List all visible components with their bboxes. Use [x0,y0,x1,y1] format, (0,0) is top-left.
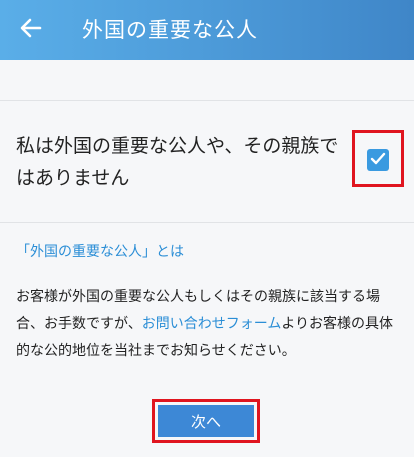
contact-form-link[interactable]: お問い合わせフォーム [142,316,282,332]
notice-text: お客様が外国の重要な公人もしくはその親族に該当する場合、お手数ですが、お問い合わ… [16,284,402,365]
arrow-left-icon [20,18,42,42]
divider [0,100,414,101]
confirmation-label: 私は外国の重要な公人や、その親族ではありません [16,135,339,189]
back-button[interactable] [14,13,48,47]
divider [0,222,414,223]
app-bar: 外国の重要な公人 [0,0,414,60]
checkmark-icon [370,151,386,170]
next-button[interactable]: 次へ [158,405,254,437]
pep-definition-link[interactable]: 「外国の重要な公人」とは [16,241,184,261]
page-title: 外国の重要な公人 [82,18,258,42]
not-pep-checkbox[interactable] [367,149,389,171]
